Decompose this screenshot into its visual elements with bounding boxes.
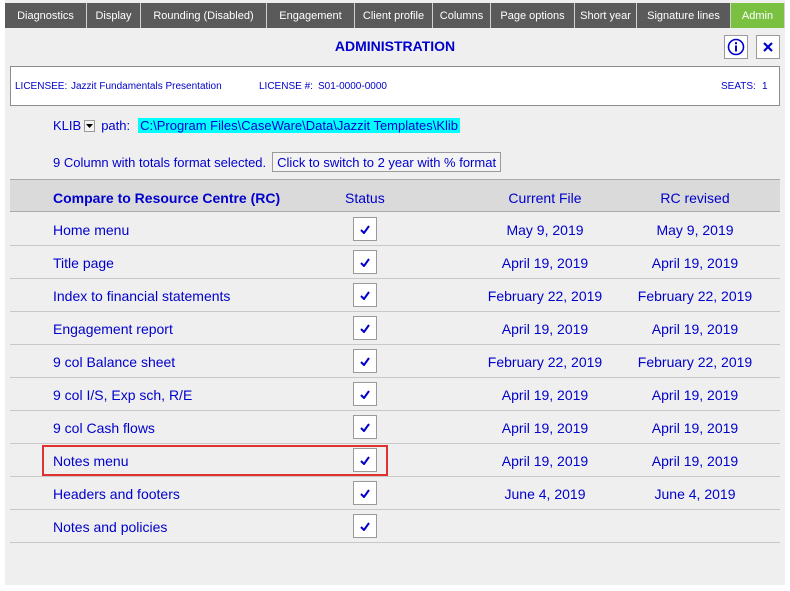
dropdown-arrow-icon	[86, 123, 94, 128]
row-name[interactable]: Engagement report	[53, 321, 173, 337]
status-check-button[interactable]	[353, 415, 377, 439]
table-row: Home menu May 9, 2019 May 9, 2019	[10, 213, 780, 246]
seats-value: 1	[762, 81, 768, 92]
row-name[interactable]: 9 col Cash flows	[53, 420, 155, 436]
close-button[interactable]	[756, 35, 780, 59]
klib-dropdown[interactable]	[84, 119, 96, 132]
current-file-date: April 19, 2019	[501, 255, 589, 271]
row-name[interactable]: 9 col Balance sheet	[53, 354, 175, 370]
tab-display[interactable]: Display	[87, 3, 141, 28]
row-name[interactable]: Headers and footers	[53, 486, 180, 502]
status-check-button[interactable]	[353, 316, 377, 340]
table-row: Notes menu April 19, 2019 April 19, 2019	[10, 444, 780, 477]
format-status-text: 9 Column with totals format selected.	[53, 154, 267, 170]
rc-revised-date: February 22, 2019	[637, 288, 753, 304]
license-number-value: S01-0000-0000	[318, 81, 387, 92]
tab-page-options[interactable]: Page options	[491, 3, 575, 28]
license-box: LICENSEE: Jazzit Fundamentals Presentati…	[10, 66, 780, 106]
current-file-date: June 4, 2019	[504, 486, 586, 502]
current-file-date: February 22, 2019	[487, 354, 603, 370]
check-icon	[360, 422, 370, 432]
page-title: ADMINISTRATION	[334, 38, 456, 54]
info-button[interactable]	[724, 35, 748, 59]
current-file-date: April 19, 2019	[501, 321, 589, 337]
rc-revised-date: June 4, 2019	[654, 486, 736, 502]
row-name[interactable]: Notes and policies	[53, 519, 167, 535]
seats-label: SEATS:	[721, 81, 756, 92]
status-check-button[interactable]	[353, 217, 377, 241]
check-icon	[360, 356, 370, 366]
rc-revised-date: April 19, 2019	[651, 255, 739, 271]
license-number-label: LICENSE #:	[259, 81, 313, 92]
tab-columns[interactable]: Columns	[433, 3, 491, 28]
table-row: Engagement report April 19, 2019 April 1…	[10, 312, 780, 345]
table-row: Notes and policies	[10, 510, 780, 543]
header-compare: Compare to Resource Centre (RC)	[53, 190, 281, 206]
status-check-button[interactable]	[353, 283, 377, 307]
rc-revised-date: May 9, 2019	[656, 222, 734, 238]
klib-path-row: KLIB path: C:\Program Files\CaseWare\Dat…	[53, 118, 460, 133]
header-rc-revised: RC revised	[660, 190, 730, 206]
tab-rounding[interactable]: Rounding (Disabled)	[141, 3, 267, 28]
klib-label: KLIB	[53, 118, 82, 133]
check-icon	[360, 488, 370, 498]
current-file-date: April 19, 2019	[501, 453, 589, 469]
licensee-label: LICENSEE:	[15, 81, 68, 92]
tab-signature-lines[interactable]: Signature lines	[637, 3, 731, 28]
compare-table: Home menu May 9, 2019 May 9, 2019 Title …	[10, 213, 780, 543]
tab-short-year[interactable]: Short year	[575, 3, 637, 28]
rc-revised-date: April 19, 2019	[651, 321, 739, 337]
table-row: Title page April 19, 2019 April 19, 2019	[10, 246, 780, 279]
close-icon	[763, 42, 773, 52]
check-icon	[360, 257, 370, 267]
format-row: 9 Column with totals format selected. Cl…	[53, 152, 502, 172]
tab-bar: Diagnostics Display Rounding (Disabled) …	[5, 3, 785, 28]
row-name[interactable]: Index to financial statements	[53, 288, 230, 304]
tab-diagnostics[interactable]: Diagnostics	[5, 3, 87, 28]
row-name[interactable]: Title page	[53, 255, 114, 271]
row-name[interactable]: Home menu	[53, 222, 129, 238]
status-check-button[interactable]	[353, 250, 377, 274]
table-row: Index to financial statements February 2…	[10, 279, 780, 312]
rc-revised-date: April 19, 2019	[651, 387, 739, 403]
rc-revised-date: April 19, 2019	[651, 420, 739, 436]
tab-client-profile[interactable]: Client profile	[355, 3, 433, 28]
check-icon	[360, 290, 370, 300]
row-name[interactable]: Notes menu	[53, 453, 128, 469]
info-icon	[727, 38, 745, 56]
status-check-button[interactable]	[353, 382, 377, 406]
check-icon	[360, 323, 370, 333]
header-status: Status	[345, 190, 385, 206]
header-current-file: Current File	[508, 190, 582, 206]
current-file-date: April 19, 2019	[501, 420, 589, 436]
current-file-date: May 9, 2019	[506, 222, 584, 238]
tab-admin[interactable]: Admin	[731, 3, 785, 28]
table-row: Headers and footers June 4, 2019 June 4,…	[10, 477, 780, 510]
table-header: Compare to Resource Centre (RC) Status C…	[10, 179, 780, 212]
status-check-button[interactable]	[353, 514, 377, 538]
klib-path-value[interactable]: C:\Program Files\CaseWare\Data\Jazzit Te…	[138, 118, 460, 133]
current-file-date: February 22, 2019	[487, 288, 603, 304]
table-row: 9 col Balance sheet February 22, 2019 Fe…	[10, 345, 780, 378]
path-label: path:	[101, 118, 131, 133]
check-icon	[360, 455, 370, 465]
status-check-button[interactable]	[353, 349, 377, 373]
row-name[interactable]: 9 col I/S, Exp sch, R/E	[53, 387, 192, 403]
licensee-value: Jazzit Fundamentals Presentation	[71, 81, 222, 92]
rc-revised-date: February 22, 2019	[637, 354, 753, 370]
table-row: 9 col I/S, Exp sch, R/E April 19, 2019 A…	[10, 378, 780, 411]
tab-engagement[interactable]: Engagement	[267, 3, 355, 28]
check-icon	[360, 521, 370, 531]
check-icon	[360, 389, 370, 399]
table-row: 9 col Cash flows April 19, 2019 April 19…	[10, 411, 780, 444]
status-check-button[interactable]	[353, 481, 377, 505]
check-icon	[360, 224, 370, 234]
rc-revised-date: April 19, 2019	[651, 453, 739, 469]
switch-format-button[interactable]: Click to switch to 2 year with % format	[272, 152, 502, 172]
current-file-date: April 19, 2019	[501, 387, 589, 403]
status-check-button[interactable]	[353, 448, 377, 472]
